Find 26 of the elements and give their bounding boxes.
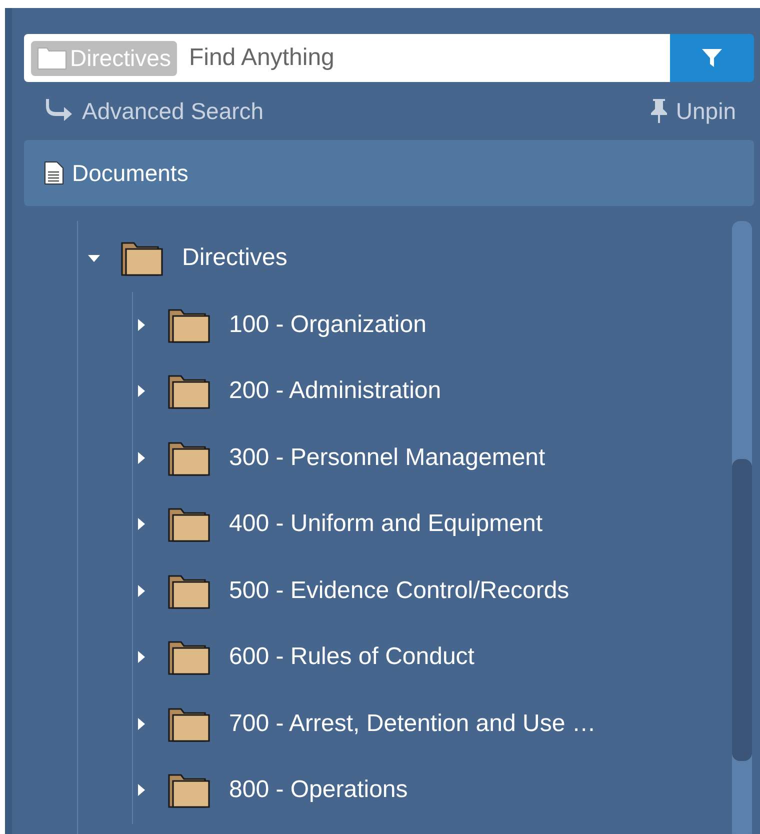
scrollbar[interactable] xyxy=(732,221,752,834)
advanced-search-link[interactable]: Advanced Search xyxy=(46,98,264,124)
folder-icon xyxy=(167,505,211,544)
tree-item[interactable]: 100 - Organization xyxy=(229,310,426,339)
tree-item[interactable]: 700 - Arrest, Detention and Use … xyxy=(229,710,596,738)
tree-item[interactable]: 300 - Personnel Management xyxy=(229,444,546,472)
filter-icon xyxy=(701,47,723,69)
folder-icon xyxy=(167,372,211,410)
unpin-link[interactable]: Unpin xyxy=(650,98,736,124)
filter-button[interactable] xyxy=(670,34,754,82)
tree-item[interactable]: 200 - Administration xyxy=(229,377,442,406)
folder-icon xyxy=(167,771,211,810)
search-field[interactable]: Find Anything xyxy=(176,34,670,82)
scrollbar-thumb[interactable] xyxy=(732,459,752,761)
documents-header[interactable]: Documents xyxy=(24,140,754,206)
tree-item[interactable]: 500 - Evidence Control/Records xyxy=(229,576,570,605)
folder-icon xyxy=(120,239,164,278)
tree-item[interactable]: Directives xyxy=(182,244,288,272)
tree-item[interactable]: 800 - Operations xyxy=(229,776,408,804)
tree-item[interactable]: 400 - Uniform and Equipment xyxy=(229,510,542,538)
folder-icon xyxy=(167,638,211,676)
document-icon xyxy=(44,161,64,185)
tree-item[interactable]: 600 - Rules of Conduct xyxy=(229,643,474,672)
share-arrow-icon xyxy=(46,99,74,123)
pin-icon xyxy=(650,98,668,124)
folder-icon xyxy=(37,46,67,70)
